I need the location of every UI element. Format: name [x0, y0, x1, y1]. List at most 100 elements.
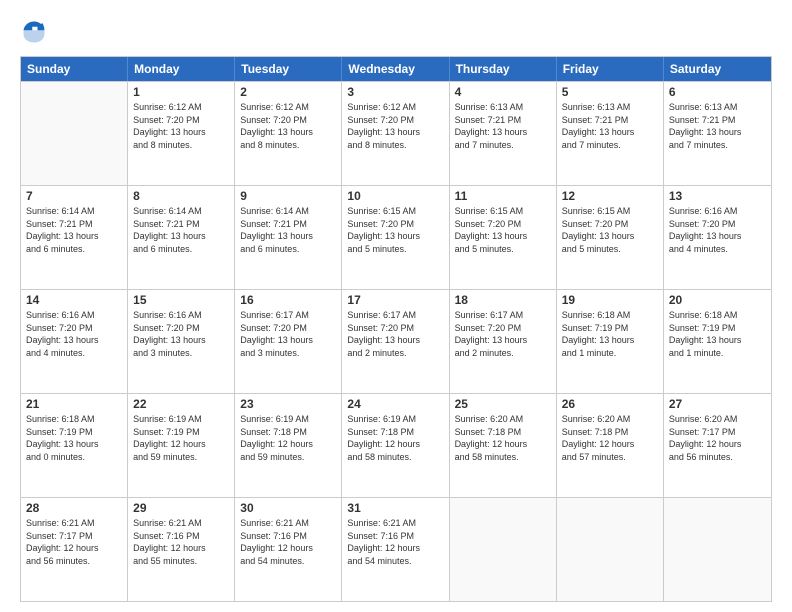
- calendar-week-5: 28Sunrise: 6:21 AM Sunset: 7:17 PM Dayli…: [21, 497, 771, 601]
- day-cell-15: 15 Sunrise: 6:16 AM Sunset: 7:20 PM Dayli…: [128, 290, 235, 393]
- day-cell-24: 24 Sunrise: 6:19 AM Sunset: 7:18 PM Dayli…: [342, 394, 449, 497]
- calendar-header: SundayMondayTuesdayWednesdayThursdayFrid…: [21, 57, 771, 81]
- day-info: Sunrise: 6:18 AM Sunset: 7:19 PM Dayligh…: [26, 413, 122, 463]
- logo: [20, 18, 52, 46]
- day-info: Sunrise: 6:21 AM Sunset: 7:16 PM Dayligh…: [133, 517, 229, 567]
- day-cell-9: 9 Sunrise: 6:14 AM Sunset: 7:21 PM Daylig…: [235, 186, 342, 289]
- day-cell-21: 21 Sunrise: 6:18 AM Sunset: 7:19 PM Dayli…: [21, 394, 128, 497]
- day-number: 26: [562, 397, 658, 411]
- day-number: 29: [133, 501, 229, 515]
- day-info: Sunrise: 6:17 AM Sunset: 7:20 PM Dayligh…: [347, 309, 443, 359]
- day-cell-16: 16 Sunrise: 6:17 AM Sunset: 7:20 PM Dayli…: [235, 290, 342, 393]
- day-cell-6: 6 Sunrise: 6:13 AM Sunset: 7:21 PM Daylig…: [664, 82, 771, 185]
- day-header-wednesday: Wednesday: [342, 57, 449, 81]
- day-cell-20: 20 Sunrise: 6:18 AM Sunset: 7:19 PM Dayli…: [664, 290, 771, 393]
- day-info: Sunrise: 6:14 AM Sunset: 7:21 PM Dayligh…: [240, 205, 336, 255]
- day-number: 28: [26, 501, 122, 515]
- day-number: 31: [347, 501, 443, 515]
- day-number: 8: [133, 189, 229, 203]
- day-info: Sunrise: 6:21 AM Sunset: 7:16 PM Dayligh…: [240, 517, 336, 567]
- day-info: Sunrise: 6:12 AM Sunset: 7:20 PM Dayligh…: [347, 101, 443, 151]
- day-cell-14: 14 Sunrise: 6:16 AM Sunset: 7:20 PM Dayli…: [21, 290, 128, 393]
- day-number: 1: [133, 85, 229, 99]
- day-info: Sunrise: 6:16 AM Sunset: 7:20 PM Dayligh…: [133, 309, 229, 359]
- day-number: 14: [26, 293, 122, 307]
- day-cell-19: 19 Sunrise: 6:18 AM Sunset: 7:19 PM Dayli…: [557, 290, 664, 393]
- day-cell-3: 3 Sunrise: 6:12 AM Sunset: 7:20 PM Daylig…: [342, 82, 449, 185]
- day-info: Sunrise: 6:17 AM Sunset: 7:20 PM Dayligh…: [455, 309, 551, 359]
- day-cell-2: 2Sunrise: 6:12 AM Sunset: 7:20 PM Daylig…: [235, 82, 342, 185]
- day-cell-10: 10Sunrise: 6:15 AM Sunset: 7:20 PM Dayli…: [342, 186, 449, 289]
- day-number: 20: [669, 293, 766, 307]
- empty-cell: [557, 498, 664, 601]
- day-number: 24: [347, 397, 443, 411]
- day-header-thursday: Thursday: [450, 57, 557, 81]
- day-number: 18: [455, 293, 551, 307]
- day-info: Sunrise: 6:20 AM Sunset: 7:18 PM Dayligh…: [562, 413, 658, 463]
- day-cell-8: 8 Sunrise: 6:14 AM Sunset: 7:21 PM Daylig…: [128, 186, 235, 289]
- day-number: 7: [26, 189, 122, 203]
- day-info: Sunrise: 6:12 AM Sunset: 7:20 PM Dayligh…: [240, 101, 336, 151]
- day-cell-27: 27Sunrise: 6:20 AM Sunset: 7:17 PM Dayli…: [664, 394, 771, 497]
- day-number: 9: [240, 189, 336, 203]
- day-number: 12: [562, 189, 658, 203]
- day-cell-17: 17 Sunrise: 6:17 AM Sunset: 7:20 PM Dayli…: [342, 290, 449, 393]
- day-number: 16: [240, 293, 336, 307]
- day-number: 13: [669, 189, 766, 203]
- day-cell-7: 7 Sunrise: 6:14 AM Sunset: 7:21 PM Daylig…: [21, 186, 128, 289]
- day-info: Sunrise: 6:19 AM Sunset: 7:19 PM Dayligh…: [133, 413, 229, 463]
- day-info: Sunrise: 6:17 AM Sunset: 7:20 PM Dayligh…: [240, 309, 336, 359]
- day-info: Sunrise: 6:14 AM Sunset: 7:21 PM Dayligh…: [133, 205, 229, 255]
- day-number: 5: [562, 85, 658, 99]
- day-header-friday: Friday: [557, 57, 664, 81]
- day-info: Sunrise: 6:18 AM Sunset: 7:19 PM Dayligh…: [669, 309, 766, 359]
- day-cell-26: 26 Sunrise: 6:20 AM Sunset: 7:18 PM Dayli…: [557, 394, 664, 497]
- day-number: 23: [240, 397, 336, 411]
- day-cell-22: 22 Sunrise: 6:19 AM Sunset: 7:19 PM Dayli…: [128, 394, 235, 497]
- calendar: SundayMondayTuesdayWednesdayThursdayFrid…: [20, 56, 772, 602]
- day-info: Sunrise: 6:15 AM Sunset: 7:20 PM Dayligh…: [455, 205, 551, 255]
- day-info: Sunrise: 6:18 AM Sunset: 7:19 PM Dayligh…: [562, 309, 658, 359]
- calendar-week-3: 14 Sunrise: 6:16 AM Sunset: 7:20 PM Dayli…: [21, 289, 771, 393]
- day-cell-12: 12Sunrise: 6:15 AM Sunset: 7:20 PM Dayli…: [557, 186, 664, 289]
- day-info: Sunrise: 6:13 AM Sunset: 7:21 PM Dayligh…: [562, 101, 658, 151]
- day-info: Sunrise: 6:13 AM Sunset: 7:21 PM Dayligh…: [455, 101, 551, 151]
- day-info: Sunrise: 6:12 AM Sunset: 7:20 PM Dayligh…: [133, 101, 229, 151]
- day-cell-1: 1 Sunrise: 6:12 AM Sunset: 7:20 PM Daylig…: [128, 82, 235, 185]
- day-cell-5: 5 Sunrise: 6:13 AM Sunset: 7:21 PM Daylig…: [557, 82, 664, 185]
- day-info: Sunrise: 6:19 AM Sunset: 7:18 PM Dayligh…: [240, 413, 336, 463]
- day-cell-31: 31Sunrise: 6:21 AM Sunset: 7:16 PM Dayli…: [342, 498, 449, 601]
- day-number: 6: [669, 85, 766, 99]
- header: [20, 18, 772, 46]
- calendar-week-1: 1 Sunrise: 6:12 AM Sunset: 7:20 PM Daylig…: [21, 81, 771, 185]
- empty-cell: [21, 82, 128, 185]
- day-number: 19: [562, 293, 658, 307]
- day-header-saturday: Saturday: [664, 57, 771, 81]
- day-info: Sunrise: 6:20 AM Sunset: 7:18 PM Dayligh…: [455, 413, 551, 463]
- day-number: 17: [347, 293, 443, 307]
- day-cell-4: 4 Sunrise: 6:13 AM Sunset: 7:21 PM Daylig…: [450, 82, 557, 185]
- day-cell-13: 13 Sunrise: 6:16 AM Sunset: 7:20 PM Dayli…: [664, 186, 771, 289]
- day-number: 15: [133, 293, 229, 307]
- day-cell-18: 18 Sunrise: 6:17 AM Sunset: 7:20 PM Dayli…: [450, 290, 557, 393]
- day-cell-30: 30 Sunrise: 6:21 AM Sunset: 7:16 PM Dayli…: [235, 498, 342, 601]
- day-info: Sunrise: 6:14 AM Sunset: 7:21 PM Dayligh…: [26, 205, 122, 255]
- calendar-body: 1 Sunrise: 6:12 AM Sunset: 7:20 PM Daylig…: [21, 81, 771, 601]
- day-number: 21: [26, 397, 122, 411]
- day-info: Sunrise: 6:16 AM Sunset: 7:20 PM Dayligh…: [669, 205, 766, 255]
- day-info: Sunrise: 6:19 AM Sunset: 7:18 PM Dayligh…: [347, 413, 443, 463]
- day-info: Sunrise: 6:13 AM Sunset: 7:21 PM Dayligh…: [669, 101, 766, 151]
- empty-cell: [664, 498, 771, 601]
- day-number: 10: [347, 189, 443, 203]
- day-cell-23: 23 Sunrise: 6:19 AM Sunset: 7:18 PM Dayli…: [235, 394, 342, 497]
- logo-icon: [20, 18, 48, 46]
- day-header-tuesday: Tuesday: [235, 57, 342, 81]
- day-number: 11: [455, 189, 551, 203]
- day-info: Sunrise: 6:16 AM Sunset: 7:20 PM Dayligh…: [26, 309, 122, 359]
- day-number: 22: [133, 397, 229, 411]
- day-number: 3: [347, 85, 443, 99]
- day-number: 30: [240, 501, 336, 515]
- day-header-monday: Monday: [128, 57, 235, 81]
- day-number: 4: [455, 85, 551, 99]
- day-number: 27: [669, 397, 766, 411]
